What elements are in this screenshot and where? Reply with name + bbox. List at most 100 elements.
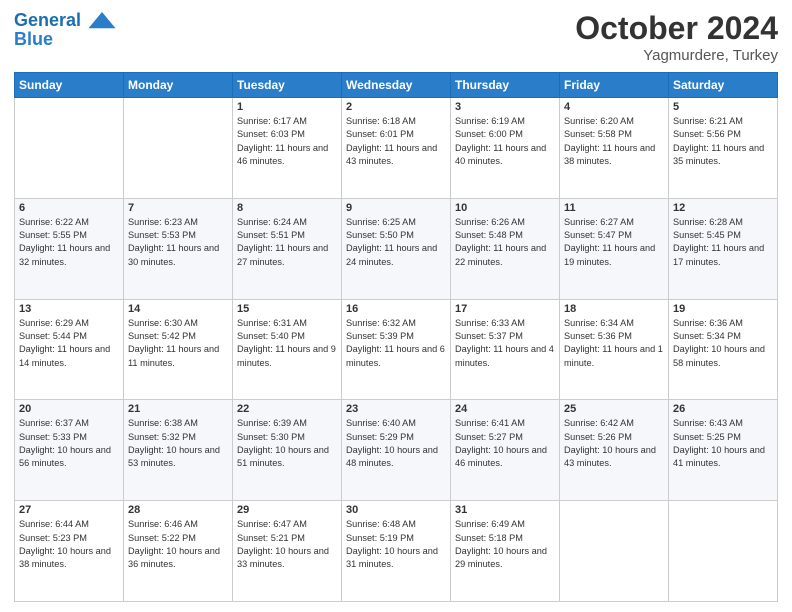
day-detail: Sunrise: 6:31 AMSunset: 5:40 PMDaylight:… xyxy=(237,317,337,370)
calendar-cell: 19 Sunrise: 6:36 AMSunset: 5:34 PMDayligh… xyxy=(669,299,778,400)
day-detail: Sunrise: 6:48 AMSunset: 5:19 PMDaylight:… xyxy=(346,518,446,571)
day-number: 14 xyxy=(128,303,228,315)
col-header-thursday: Thursday xyxy=(451,73,560,98)
day-number: 4 xyxy=(564,101,664,113)
day-number: 27 xyxy=(19,504,119,516)
day-detail: Sunrise: 6:47 AMSunset: 5:21 PMDaylight:… xyxy=(237,518,337,571)
calendar-cell: 24 Sunrise: 6:41 AMSunset: 5:27 PMDayligh… xyxy=(451,400,560,501)
day-number: 3 xyxy=(455,101,555,113)
day-detail: Sunrise: 6:20 AMSunset: 5:58 PMDaylight:… xyxy=(564,115,664,168)
calendar-cell: 26Sunrise: 6:43 AMSunset: 5:25 PMDayligh… xyxy=(669,400,778,501)
calendar-cell: 22 Sunrise: 6:39 AMSunset: 5:30 PMDayligh… xyxy=(233,400,342,501)
day-number: 1 xyxy=(237,101,337,113)
day-number: 13 xyxy=(19,303,119,315)
calendar-week-1: 1 Sunrise: 6:17 AMSunset: 6:03 PMDaylight… xyxy=(15,98,778,199)
day-detail: Sunrise: 6:46 AMSunset: 5:22 PMDaylight:… xyxy=(128,518,228,571)
day-detail: Sunrise: 6:32 AMSunset: 5:39 PMDaylight:… xyxy=(346,317,446,370)
logo-general: General xyxy=(14,10,81,30)
calendar-cell: 30 Sunrise: 6:48 AMSunset: 5:19 PMDayligh… xyxy=(342,501,451,602)
day-number: 12 xyxy=(673,202,773,214)
day-number: 8 xyxy=(237,202,337,214)
calendar-week-5: 27Sunrise: 6:44 AMSunset: 5:23 PMDayligh… xyxy=(15,501,778,602)
calendar-cell: 6 Sunrise: 6:22 AMSunset: 5:55 PMDaylight… xyxy=(15,198,124,299)
calendar-cell: 1 Sunrise: 6:17 AMSunset: 6:03 PMDaylight… xyxy=(233,98,342,199)
calendar-cell: 5Sunrise: 6:21 AMSunset: 5:56 PMDaylight… xyxy=(669,98,778,199)
calendar-week-4: 20Sunrise: 6:37 AMSunset: 5:33 PMDayligh… xyxy=(15,400,778,501)
day-detail: Sunrise: 6:43 AMSunset: 5:25 PMDaylight:… xyxy=(673,417,773,470)
calendar-cell: 29 Sunrise: 6:47 AMSunset: 5:21 PMDayligh… xyxy=(233,501,342,602)
day-detail: Sunrise: 6:41 AMSunset: 5:27 PMDaylight:… xyxy=(455,417,555,470)
day-number: 31 xyxy=(455,504,555,516)
day-detail: Sunrise: 6:33 AMSunset: 5:37 PMDaylight:… xyxy=(455,317,555,370)
day-detail: Sunrise: 6:34 AMSunset: 5:36 PMDaylight:… xyxy=(564,317,664,370)
day-number: 25 xyxy=(564,403,664,415)
calendar-cell: 10 Sunrise: 6:26 AMSunset: 5:48 PMDayligh… xyxy=(451,198,560,299)
calendar-cell: 2 Sunrise: 6:18 AMSunset: 6:01 PMDaylight… xyxy=(342,98,451,199)
day-detail: Sunrise: 6:21 AMSunset: 5:56 PMDaylight:… xyxy=(673,115,773,168)
logo-icon xyxy=(88,12,116,30)
header: General Blue October 2024 Yagmurdere, Tu… xyxy=(14,10,778,64)
col-header-saturday: Saturday xyxy=(669,73,778,98)
col-header-monday: Monday xyxy=(124,73,233,98)
calendar-cell: 17 Sunrise: 6:33 AMSunset: 5:37 PMDayligh… xyxy=(451,299,560,400)
day-number: 22 xyxy=(237,403,337,415)
day-number: 11 xyxy=(564,202,664,214)
day-detail: Sunrise: 6:22 AMSunset: 5:55 PMDaylight:… xyxy=(19,216,119,269)
day-detail: Sunrise: 6:19 AMSunset: 6:00 PMDaylight:… xyxy=(455,115,555,168)
day-number: 9 xyxy=(346,202,446,214)
calendar-cell: 28Sunrise: 6:46 AMSunset: 5:22 PMDayligh… xyxy=(124,501,233,602)
calendar-cell: 12Sunrise: 6:28 AMSunset: 5:45 PMDayligh… xyxy=(669,198,778,299)
calendar-cell: 23 Sunrise: 6:40 AMSunset: 5:29 PMDayligh… xyxy=(342,400,451,501)
day-number: 19 xyxy=(673,303,773,315)
day-number: 30 xyxy=(346,504,446,516)
calendar-cell: 8Sunrise: 6:24 AMSunset: 5:51 PMDaylight… xyxy=(233,198,342,299)
calendar-week-3: 13Sunrise: 6:29 AMSunset: 5:44 PMDayligh… xyxy=(15,299,778,400)
location-title: Yagmurdere, Turkey xyxy=(575,47,778,64)
page: General Blue October 2024 Yagmurdere, Tu… xyxy=(0,0,792,612)
day-number: 2 xyxy=(346,101,446,113)
calendar-cell: 20Sunrise: 6:37 AMSunset: 5:33 PMDayligh… xyxy=(15,400,124,501)
calendar-cell: 27Sunrise: 6:44 AMSunset: 5:23 PMDayligh… xyxy=(15,501,124,602)
calendar-cell: 31 Sunrise: 6:49 AMSunset: 5:18 PMDayligh… xyxy=(451,501,560,602)
day-detail: Sunrise: 6:30 AMSunset: 5:42 PMDaylight:… xyxy=(128,317,228,370)
day-detail: Sunrise: 6:39 AMSunset: 5:30 PMDaylight:… xyxy=(237,417,337,470)
title-block: October 2024 Yagmurdere, Turkey xyxy=(575,10,778,64)
col-header-sunday: Sunday xyxy=(15,73,124,98)
day-detail: Sunrise: 6:40 AMSunset: 5:29 PMDaylight:… xyxy=(346,417,446,470)
day-number: 16 xyxy=(346,303,446,315)
day-number: 17 xyxy=(455,303,555,315)
calendar-cell: 9 Sunrise: 6:25 AMSunset: 5:50 PMDaylight… xyxy=(342,198,451,299)
day-detail: Sunrise: 6:36 AMSunset: 5:34 PMDaylight:… xyxy=(673,317,773,370)
col-header-tuesday: Tuesday xyxy=(233,73,342,98)
day-number: 29 xyxy=(237,504,337,516)
day-detail: Sunrise: 6:37 AMSunset: 5:33 PMDaylight:… xyxy=(19,417,119,470)
calendar-cell: 3 Sunrise: 6:19 AMSunset: 6:00 PMDaylight… xyxy=(451,98,560,199)
day-number: 24 xyxy=(455,403,555,415)
day-detail: Sunrise: 6:18 AMSunset: 6:01 PMDaylight:… xyxy=(346,115,446,168)
calendar-cell xyxy=(560,501,669,602)
day-number: 6 xyxy=(19,202,119,214)
calendar-cell: 7 Sunrise: 6:23 AMSunset: 5:53 PMDaylight… xyxy=(124,198,233,299)
day-number: 23 xyxy=(346,403,446,415)
day-detail: Sunrise: 6:49 AMSunset: 5:18 PMDaylight:… xyxy=(455,518,555,571)
day-number: 7 xyxy=(128,202,228,214)
day-detail: Sunrise: 6:27 AMSunset: 5:47 PMDaylight:… xyxy=(564,216,664,269)
calendar-cell: 16 Sunrise: 6:32 AMSunset: 5:39 PMDayligh… xyxy=(342,299,451,400)
calendar-cell xyxy=(669,501,778,602)
col-header-friday: Friday xyxy=(560,73,669,98)
day-detail: Sunrise: 6:25 AMSunset: 5:50 PMDaylight:… xyxy=(346,216,446,269)
day-number: 21 xyxy=(128,403,228,415)
day-detail: Sunrise: 6:26 AMSunset: 5:48 PMDaylight:… xyxy=(455,216,555,269)
calendar-cell xyxy=(124,98,233,199)
logo: General Blue xyxy=(14,10,116,50)
calendar-header-row: SundayMondayTuesdayWednesdayThursdayFrid… xyxy=(15,73,778,98)
calendar-week-2: 6 Sunrise: 6:22 AMSunset: 5:55 PMDaylight… xyxy=(15,198,778,299)
month-title: October 2024 xyxy=(575,10,778,47)
col-header-wednesday: Wednesday xyxy=(342,73,451,98)
day-number: 10 xyxy=(455,202,555,214)
day-detail: Sunrise: 6:17 AMSunset: 6:03 PMDaylight:… xyxy=(237,115,337,168)
calendar-cell: 13Sunrise: 6:29 AMSunset: 5:44 PMDayligh… xyxy=(15,299,124,400)
day-number: 18 xyxy=(564,303,664,315)
calendar-cell: 21Sunrise: 6:38 AMSunset: 5:32 PMDayligh… xyxy=(124,400,233,501)
day-detail: Sunrise: 6:23 AMSunset: 5:53 PMDaylight:… xyxy=(128,216,228,269)
